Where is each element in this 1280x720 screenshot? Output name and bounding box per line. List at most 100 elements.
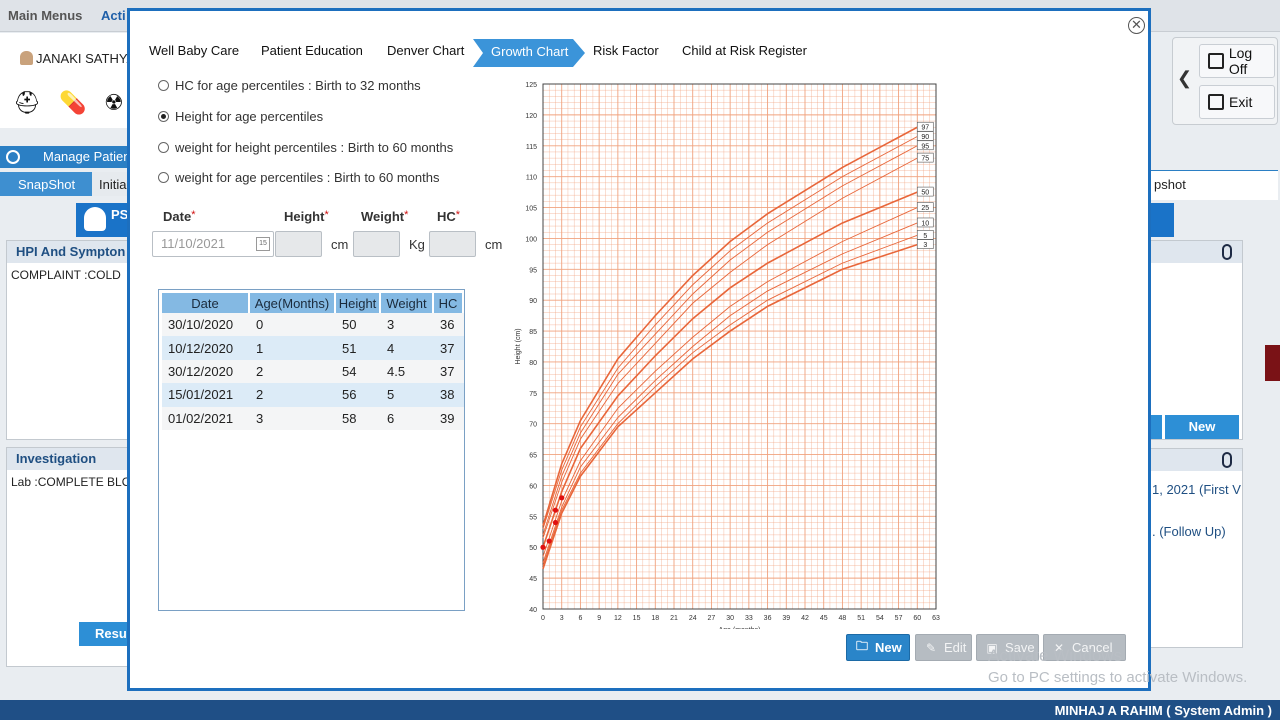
x-tick-label: 57 — [895, 615, 903, 622]
x-tick-label: 36 — [764, 615, 772, 622]
tab-patient-education[interactable]: Patient Education — [261, 43, 363, 58]
result-button[interactable]: Resu — [79, 622, 130, 646]
radio-label: weight for age percentiles : Birth to 60… — [175, 170, 440, 185]
right-blue-block — [1150, 203, 1174, 237]
tab-risk-factor[interactable]: Risk Factor — [593, 43, 659, 58]
y-tick-label: 80 — [529, 360, 537, 367]
weight-label: Weight* — [361, 209, 408, 224]
watermark-line-2: Go to PC settings to activate Windows. — [988, 669, 1248, 686]
growth-chart-modal: ✕ Well Baby Care Patient Education Denve… — [127, 8, 1151, 691]
patient-point — [540, 544, 546, 550]
y-tick-label: 90 — [529, 298, 537, 305]
x-tick-label: 48 — [839, 615, 847, 622]
cell-hc: 38 — [434, 383, 464, 407]
cell-weight: 5 — [381, 383, 434, 407]
col-age[interactable]: Age(Months) — [250, 293, 336, 313]
right-hpi-panel — [1150, 240, 1243, 440]
main-menus-link[interactable]: Main Menus — [8, 8, 82, 23]
radio-hc-for-age[interactable]: HC for age percentiles : Birth to 32 mon… — [158, 78, 421, 93]
date-field[interactable]: 11/10/2021 15 — [152, 231, 274, 257]
investigation-title: Investigation — [7, 448, 129, 470]
radio-weight-for-age[interactable]: weight for age percentiles : Birth to 60… — [158, 170, 439, 185]
radio-height-for-age[interactable]: Height for age percentiles — [158, 109, 323, 124]
height-field[interactable] — [275, 231, 322, 257]
y-tick-label: 85 — [529, 329, 537, 336]
col-date[interactable]: Date — [162, 293, 250, 313]
x-tick-label: 12 — [614, 615, 622, 622]
cell-weight: 4.5 — [381, 359, 434, 384]
tab-child-at-risk-register[interactable]: Child at Risk Register — [682, 43, 807, 58]
edit-button[interactable]: ✎ Edit — [915, 634, 972, 661]
hc-field[interactable] — [429, 231, 476, 257]
x-tick-label: 63 — [932, 615, 940, 622]
table-row[interactable]: 30/10/2020 0 50 3 36 — [162, 313, 464, 337]
tab-growth-chart[interactable]: Growth Chart — [473, 39, 585, 67]
status-bar: MINHAJ A RAHIM ( System Admin ) — [0, 700, 1280, 720]
patient-name: JANAKI SATHYA — [20, 51, 135, 66]
visit-follow-up[interactable]: . (Follow Up) — [1152, 524, 1226, 539]
cell-height: 56 — [336, 383, 381, 407]
percentile-label-10: 10 — [921, 220, 929, 227]
session-panel: ❮ Log Off Exit — [1172, 37, 1278, 125]
visit-first[interactable]: 1, 2021 (First V — [1152, 482, 1241, 497]
radio-label: weight for height percentiles : Birth to… — [175, 140, 454, 155]
cell-date: 10/12/2020 — [162, 336, 250, 360]
capsule-icon[interactable]: 💊 — [58, 88, 88, 118]
col-height[interactable]: Height — [336, 293, 381, 313]
radio-circle[interactable] — [158, 172, 169, 183]
y-tick-label: 75 — [529, 391, 537, 398]
right-new-button[interactable]: New — [1165, 415, 1239, 439]
close-icon[interactable]: ✕ — [1128, 17, 1145, 34]
tab-denver-chart[interactable]: Denver Chart — [387, 43, 464, 58]
recline-chair-icon[interactable]: ⛑ — [12, 88, 42, 118]
hc-label: HC* — [437, 209, 460, 224]
x-tick-label: 30 — [726, 615, 734, 622]
table-row[interactable]: 10/12/2020 1 51 4 37 — [162, 336, 464, 360]
chevron-left-icon[interactable]: ❮ — [1177, 68, 1192, 89]
weight-unit: Kg — [409, 237, 425, 252]
calendar-icon[interactable]: 15 — [256, 237, 270, 251]
table-row[interactable]: 01/02/2021 3 58 6 39 — [162, 406, 464, 430]
log-off-button[interactable]: Log Off — [1199, 44, 1275, 78]
new-button[interactable]: 🗀 New — [846, 634, 910, 661]
radio-circle-selected[interactable] — [158, 111, 169, 122]
cell-age: 2 — [250, 359, 336, 384]
head-profile-icon — [84, 207, 106, 231]
weight-field[interactable] — [353, 231, 400, 257]
date-field-value: 11/10/2021 — [161, 236, 226, 251]
ps-badge[interactable]: PS — [76, 203, 130, 237]
y-tick-label: 60 — [529, 483, 537, 490]
radio-weight-for-height[interactable]: weight for height percentiles : Birth to… — [158, 140, 453, 155]
y-tick-label: 120 — [525, 113, 537, 120]
radio-circle[interactable] — [158, 142, 169, 153]
investigation-text: Lab :COMPLETE BLOOD — [11, 475, 129, 489]
patient-point — [552, 507, 559, 513]
cell-hc: 37 — [434, 359, 464, 384]
table-row[interactable]: 30/12/2020 2 54 4.5 37 — [162, 359, 464, 384]
radio-label: Height for age percentiles — [175, 109, 324, 124]
microphone-icon[interactable] — [1222, 244, 1232, 260]
microphone-icon[interactable] — [1222, 452, 1232, 468]
radio-label: HC for age percentiles : Birth to 32 mon… — [175, 78, 421, 93]
x-tick-label: 42 — [801, 615, 809, 622]
new-folder-icon: 🗀 — [855, 639, 868, 653]
plot-frame — [542, 83, 937, 610]
x-axis-label: Age (months) — [718, 627, 760, 629]
table-row[interactable]: 15/01/2021 2 56 5 38 — [162, 383, 464, 407]
right-left-button[interactable] — [1150, 415, 1162, 439]
tab-well-baby-care[interactable]: Well Baby Care — [149, 43, 239, 58]
height-label-text: Height — [284, 209, 325, 224]
refresh-icon[interactable] — [6, 150, 20, 164]
tab-initial[interactable]: Initia — [99, 177, 126, 192]
measurement-table: Date Age(Months) Height Weight HC 30/10/… — [162, 293, 464, 430]
patient-avatar-icon — [20, 51, 33, 65]
radio-circle[interactable] — [158, 80, 169, 91]
exit-button[interactable]: Exit — [1199, 85, 1275, 119]
tab-snapshot[interactable]: SnapShot — [0, 172, 92, 196]
col-hc[interactable]: HC — [434, 293, 464, 313]
col-weight[interactable]: Weight — [381, 293, 434, 313]
patient-point — [552, 519, 559, 526]
new-button-label: New — [875, 640, 902, 655]
active-menu-link[interactable]: Acti — [101, 8, 126, 23]
x-tick-label: 15 — [633, 615, 641, 622]
